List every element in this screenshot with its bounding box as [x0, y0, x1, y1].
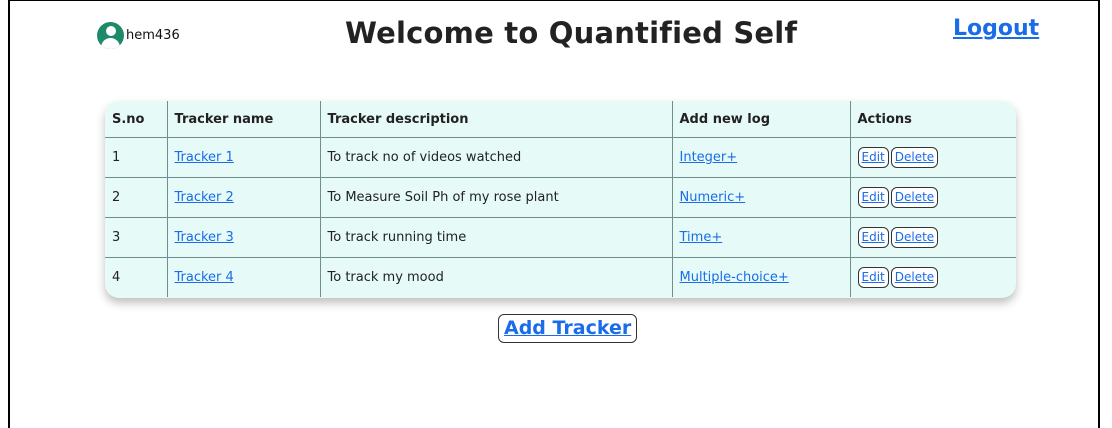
trackers-table-container: S.no Tracker name Tracker description Ad…: [105, 101, 1016, 298]
tracker-name-link[interactable]: Tracker 2: [175, 190, 234, 205]
username: hem436: [126, 28, 180, 43]
table-row: 2 Tracker 2 To Measure Soil Ph of my ros…: [105, 177, 1016, 218]
column-header-tracker-name: Tracker name: [166, 101, 321, 138]
delete-button[interactable]: Delete: [890, 187, 939, 208]
tracker-name-link[interactable]: Tracker 4: [175, 270, 234, 285]
tracker-name-link[interactable]: Tracker 3: [175, 230, 234, 245]
page-title: Welcome to Quantified Self: [345, 16, 798, 50]
column-header-actions: Actions: [849, 101, 1016, 138]
logout-link[interactable]: Logout: [953, 16, 1039, 41]
add-log-link[interactable]: Integer+: [680, 150, 738, 165]
column-header-sno: S.no: [105, 101, 168, 138]
cell-sno: 2: [105, 177, 168, 218]
table-row: 1 Tracker 1 To track no of videos watche…: [105, 137, 1016, 178]
column-header-description: Tracker description: [319, 101, 673, 138]
table-row: 3 Tracker 3 To track running time Time+ …: [105, 217, 1016, 258]
edit-button[interactable]: Edit: [857, 227, 889, 248]
edit-button[interactable]: Edit: [857, 267, 889, 288]
delete-button[interactable]: Delete: [890, 267, 939, 288]
cell-sno: 1: [105, 137, 168, 178]
table-header-row: S.no Tracker name Tracker description Ad…: [105, 101, 1016, 138]
cell-description: To track no of videos watched: [319, 137, 673, 178]
add-log-link[interactable]: Numeric+: [680, 190, 746, 205]
edit-button[interactable]: Edit: [857, 187, 889, 208]
add-log-link[interactable]: Multiple-choice+: [680, 270, 789, 285]
tracker-name-link[interactable]: Tracker 1: [175, 150, 234, 165]
table-row: 4 Tracker 4 To track my mood Multiple-ch…: [105, 257, 1016, 297]
cell-description: To track my mood: [319, 257, 673, 297]
cell-description: To track running time: [319, 217, 673, 258]
user-icon: [97, 22, 124, 49]
delete-button[interactable]: Delete: [890, 147, 939, 168]
column-header-add-log: Add new log: [671, 101, 851, 138]
cell-sno: 3: [105, 217, 168, 258]
add-log-link[interactable]: Time+: [680, 230, 723, 245]
add-tracker-button[interactable]: Add Tracker: [498, 314, 638, 343]
cell-description: To Measure Soil Ph of my rose plant: [319, 177, 673, 218]
delete-button[interactable]: Delete: [890, 227, 939, 248]
cell-sno: 4: [105, 257, 168, 297]
trackers-table: S.no Tracker name Tracker description Ad…: [105, 101, 1016, 297]
user-info: hem436: [97, 22, 180, 49]
edit-button[interactable]: Edit: [857, 147, 889, 168]
